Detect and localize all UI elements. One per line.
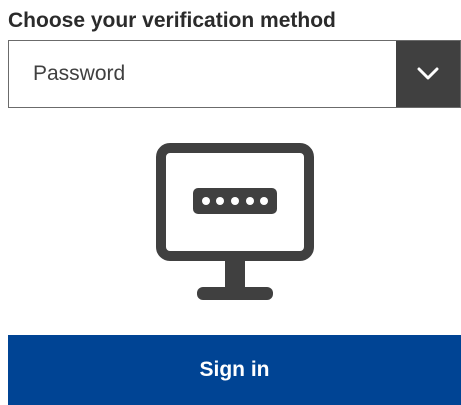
verification-method-heading: Choose your verification method <box>8 9 336 32</box>
selected-method-value: Password <box>33 62 126 85</box>
monitor-password-icon <box>156 143 314 300</box>
chevron-down-icon <box>417 67 439 80</box>
sign-in-button[interactable]: Sign in <box>8 335 461 405</box>
verification-method-select[interactable]: Password <box>8 40 461 108</box>
dropdown-toggle[interactable] <box>396 41 460 107</box>
